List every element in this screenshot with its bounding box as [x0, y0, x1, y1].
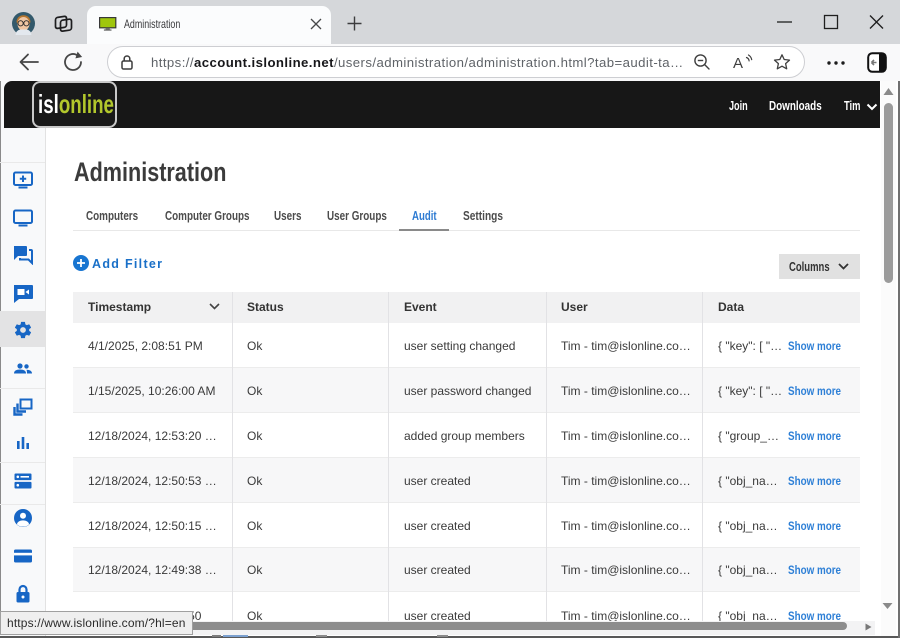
- svg-text:A: A: [733, 55, 743, 71]
